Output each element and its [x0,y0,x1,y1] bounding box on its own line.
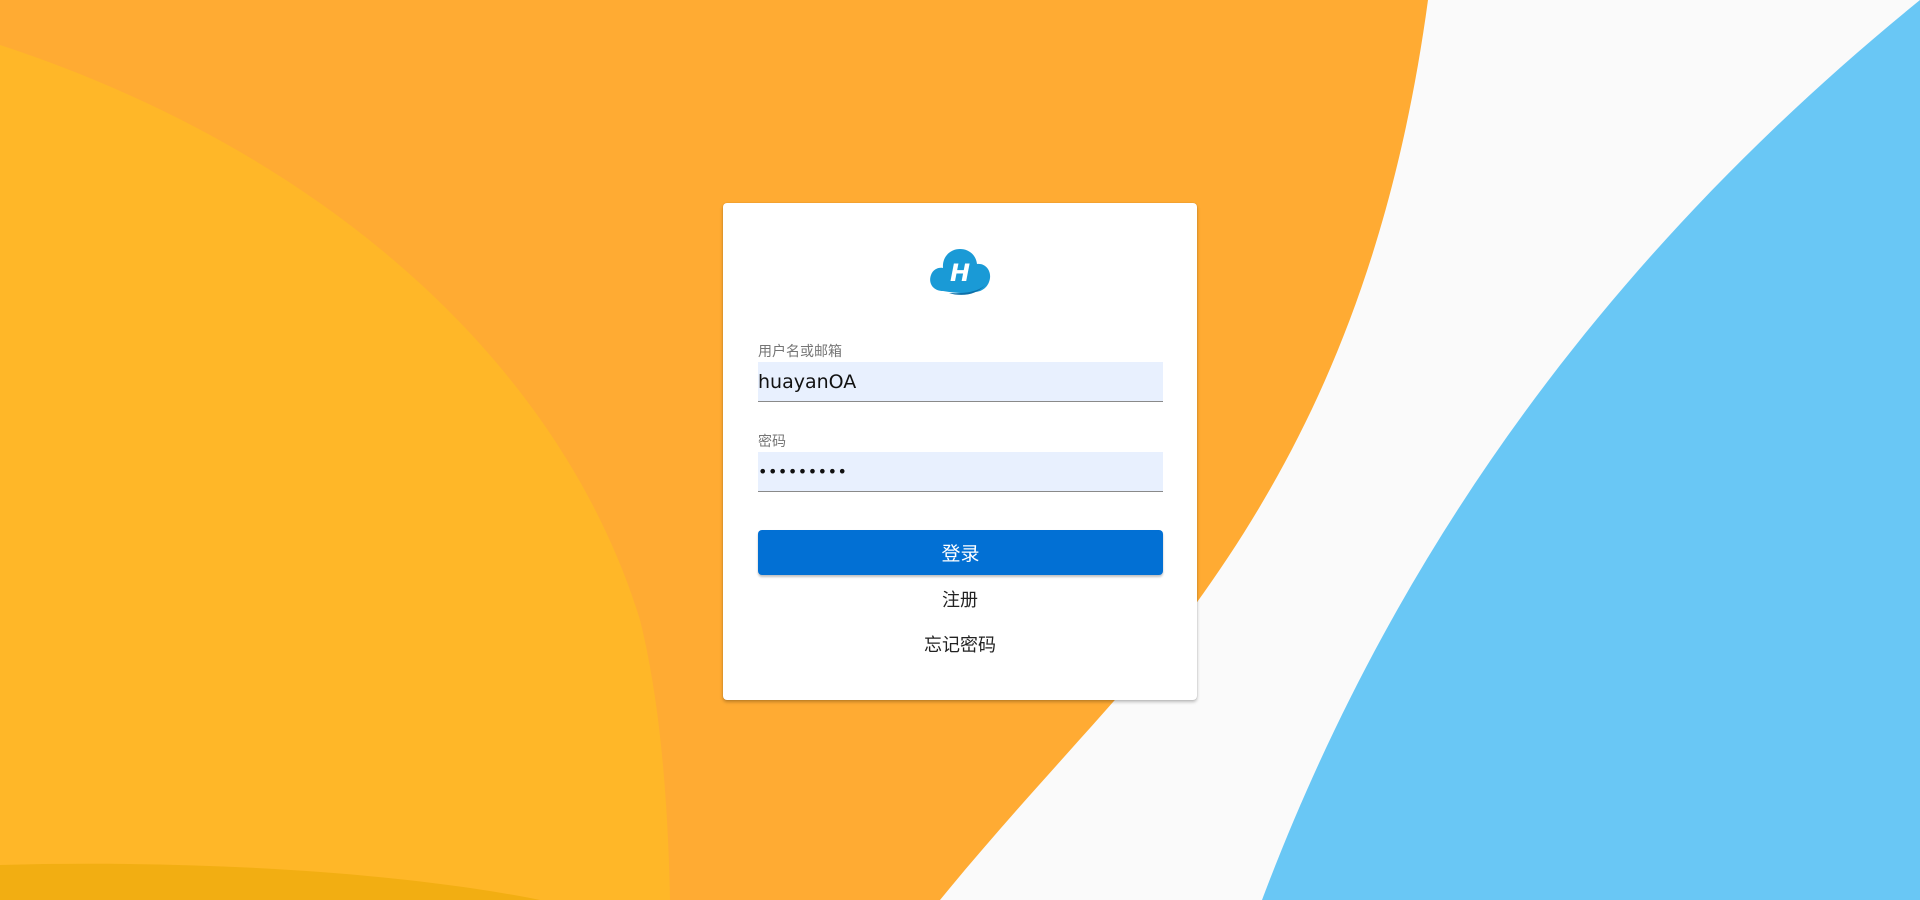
forgot-password-link[interactable]: 忘记密码 [723,631,1197,657]
login-page: H 用户名或邮箱 密码 登录 注册 忘记密码 [0,0,1920,900]
cloud-h-logo-icon: H [930,249,991,295]
password-field: 密码 [758,434,1163,492]
username-field: 用户名或邮箱 [758,344,1163,402]
login-card: H 用户名或邮箱 密码 登录 注册 忘记密码 [723,203,1197,700]
register-link[interactable]: 注册 [723,586,1197,612]
username-input[interactable] [758,362,1163,402]
svg-text:H: H [950,259,970,287]
password-input[interactable] [758,452,1163,492]
login-button[interactable]: 登录 [758,530,1163,575]
username-label: 用户名或邮箱 [758,344,842,360]
password-label: 密码 [758,434,786,450]
